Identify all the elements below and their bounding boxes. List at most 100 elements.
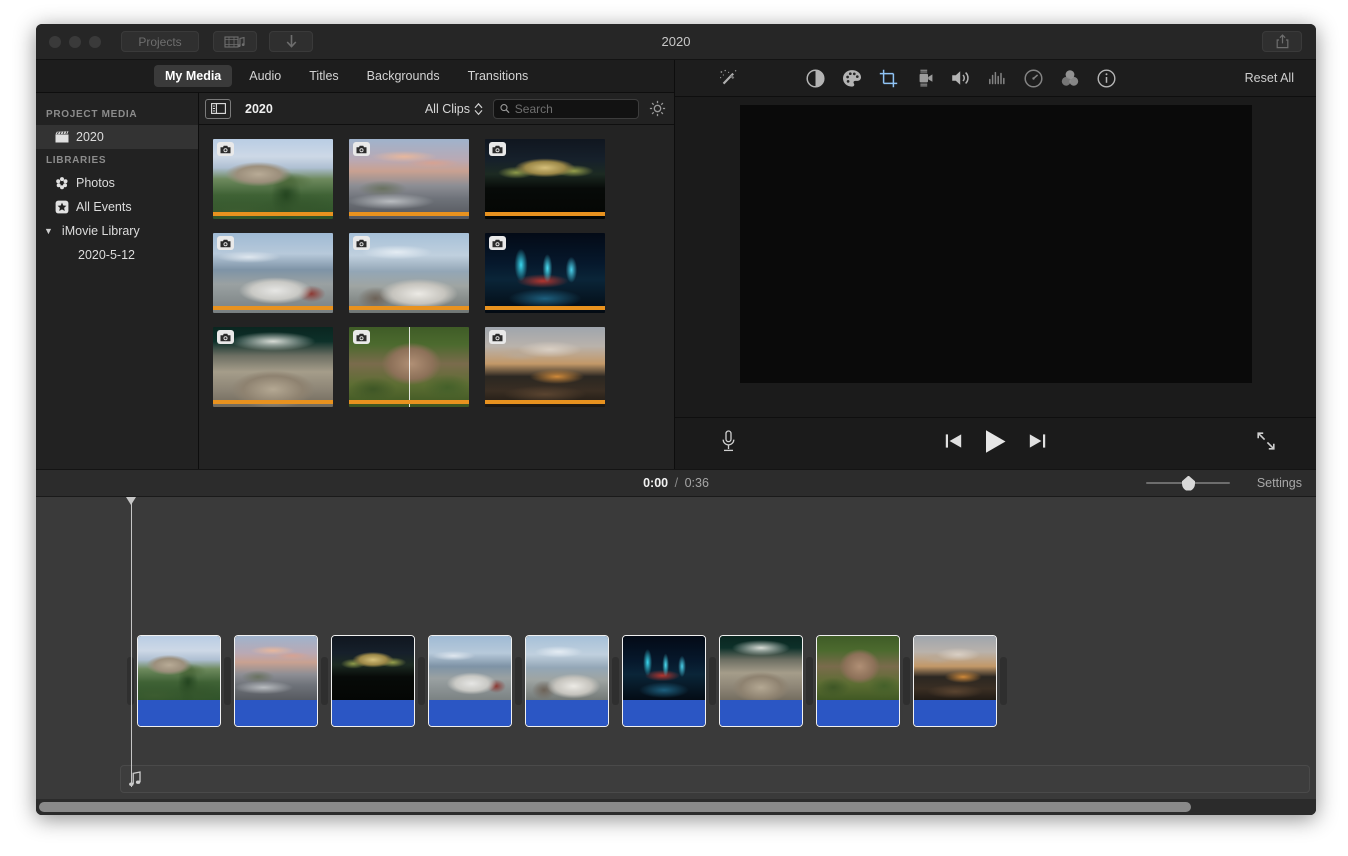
sidebar-item-2020-5-12[interactable]: 2020-5-12	[36, 243, 198, 267]
timeline-clip-2[interactable]	[234, 635, 318, 727]
import-media-button[interactable]	[269, 31, 313, 52]
timeline-scrollbar[interactable]	[36, 799, 1316, 815]
clip-thumbnail	[817, 636, 899, 702]
clip-audio-waveform[interactable]	[720, 700, 802, 726]
search-field[interactable]	[493, 99, 639, 119]
play-button[interactable]	[984, 429, 1007, 459]
tab-titles[interactable]: Titles	[298, 65, 349, 87]
viewer-toolbar: Reset All	[675, 60, 1316, 97]
share-button[interactable]	[1262, 31, 1302, 52]
info-button[interactable]	[1097, 69, 1116, 88]
timeline-body[interactable]	[36, 497, 1316, 815]
preview-image[interactable]	[740, 105, 1252, 383]
timeline-clip-3[interactable]	[331, 635, 415, 727]
viewer-stage	[675, 97, 1316, 417]
color-balance-button[interactable]	[806, 69, 825, 88]
timeline-clip-6[interactable]	[622, 635, 706, 727]
clip-transition-handle[interactable]	[709, 657, 716, 705]
stabilization-camera-icon	[915, 69, 934, 87]
clip-transition-handle[interactable]	[224, 657, 231, 705]
playhead[interactable]	[131, 497, 132, 787]
timeline-clip-5[interactable]	[525, 635, 609, 727]
magic-wand-button[interactable]	[719, 69, 738, 88]
athens-dusk-clip[interactable]	[349, 139, 469, 219]
favorite-bar	[349, 212, 469, 216]
tab-backgrounds[interactable]: Backgrounds	[356, 65, 451, 87]
clip-audio-waveform[interactable]	[429, 700, 511, 726]
fullscreen-button[interactable]	[1256, 431, 1276, 456]
filters-circles-icon	[1060, 69, 1080, 88]
camera-icon	[220, 145, 231, 154]
reset-all-button[interactable]: Reset All	[1245, 71, 1294, 85]
clip-audio-waveform[interactable]	[914, 700, 996, 726]
maximize-button[interactable]	[89, 36, 101, 48]
next-clip-button[interactable]	[1029, 433, 1046, 454]
timeline-settings-button[interactable]: Settings	[1257, 476, 1302, 490]
clip-transition-handle[interactable]	[321, 657, 328, 705]
close-button[interactable]	[49, 36, 61, 48]
all-clips-filter[interactable]: All Clips	[425, 102, 483, 116]
clip-transition-handle[interactable]	[806, 657, 813, 705]
clip-transition-handle[interactable]	[612, 657, 619, 705]
sunset-lake-clip[interactable]	[485, 327, 605, 407]
browser-settings-button[interactable]	[649, 100, 666, 117]
clip-thumbnail	[720, 636, 802, 702]
sidebar-item-all-events[interactable]: All Events	[36, 195, 198, 219]
previous-clip-button[interactable]	[945, 433, 962, 454]
tab-transitions[interactable]: Transitions	[457, 65, 540, 87]
camera-icon	[492, 239, 503, 248]
timeline-zoom-slider[interactable]	[1146, 476, 1230, 490]
stone-animal-clip[interactable]	[349, 327, 469, 407]
clip-audio-waveform[interactable]	[623, 700, 705, 726]
timeline-clip-1[interactable]	[137, 635, 221, 727]
clip-audio-waveform[interactable]	[138, 700, 220, 726]
clip-transition-handle[interactable]	[515, 657, 522, 705]
list-view-button[interactable]	[205, 99, 231, 119]
sidebar-item-2020-label: 2020	[76, 130, 104, 144]
speed-button[interactable]	[1024, 69, 1043, 88]
favorite-bar	[485, 306, 605, 310]
chevron-down-icon[interactable]: ▼	[44, 226, 53, 236]
minimize-button[interactable]	[69, 36, 81, 48]
filters-button[interactable]	[1060, 69, 1080, 88]
tab-audio[interactable]: Audio	[238, 65, 292, 87]
timeline-clip-9[interactable]	[913, 635, 997, 727]
media-music-button[interactable]	[213, 31, 257, 52]
timeline-clip-7[interactable]	[719, 635, 803, 727]
sidebar-item-imovie-library[interactable]: ▼ iMovie Library	[36, 219, 198, 243]
star-events-icon	[54, 200, 69, 214]
camera-badge	[489, 236, 506, 250]
timeline-clip-4[interactable]	[428, 635, 512, 727]
sidebar-item-photos[interactable]: Photos	[36, 171, 198, 195]
clip-audio-waveform[interactable]	[332, 700, 414, 726]
noise-reduction-button[interactable]	[988, 70, 1007, 87]
title-bar: Projects 2020	[36, 24, 1316, 60]
clip-transition-handle[interactable]	[418, 657, 425, 705]
coastal-cliffs-clip[interactable]	[349, 233, 469, 313]
clip-transition-handle[interactable]	[903, 657, 910, 705]
terracotta-warriors-clip[interactable]	[213, 327, 333, 407]
projects-button[interactable]: Projects	[121, 31, 199, 52]
camera-icon	[220, 239, 231, 248]
zoom-slider-thumb[interactable]	[1182, 476, 1195, 491]
clip-transition-handle[interactable]	[1000, 657, 1007, 705]
sidebar-item-2020[interactable]: 2020	[36, 125, 198, 149]
tab-my-media[interactable]: My Media	[154, 65, 232, 87]
acropolis-night-clip[interactable]	[485, 139, 605, 219]
timeline-clip-8[interactable]	[816, 635, 900, 727]
music-track[interactable]	[120, 765, 1310, 793]
stabilization-button[interactable]	[915, 69, 934, 87]
info-icon	[1097, 69, 1116, 88]
clip-audio-waveform[interactable]	[235, 700, 317, 726]
search-input[interactable]	[515, 102, 632, 116]
magic-wand-icon	[719, 69, 738, 88]
clip-audio-waveform[interactable]	[817, 700, 899, 726]
acropolis-daytime-clip[interactable]	[213, 139, 333, 219]
volume-button[interactable]	[951, 69, 971, 87]
timeline-scrollbar-thumb[interactable]	[39, 802, 1191, 812]
city-skyline-night-clip[interactable]	[485, 233, 605, 313]
coastal-village-clip[interactable]	[213, 233, 333, 313]
crop-button[interactable]	[879, 69, 898, 88]
color-correction-button[interactable]	[842, 69, 862, 88]
clip-audio-waveform[interactable]	[526, 700, 608, 726]
